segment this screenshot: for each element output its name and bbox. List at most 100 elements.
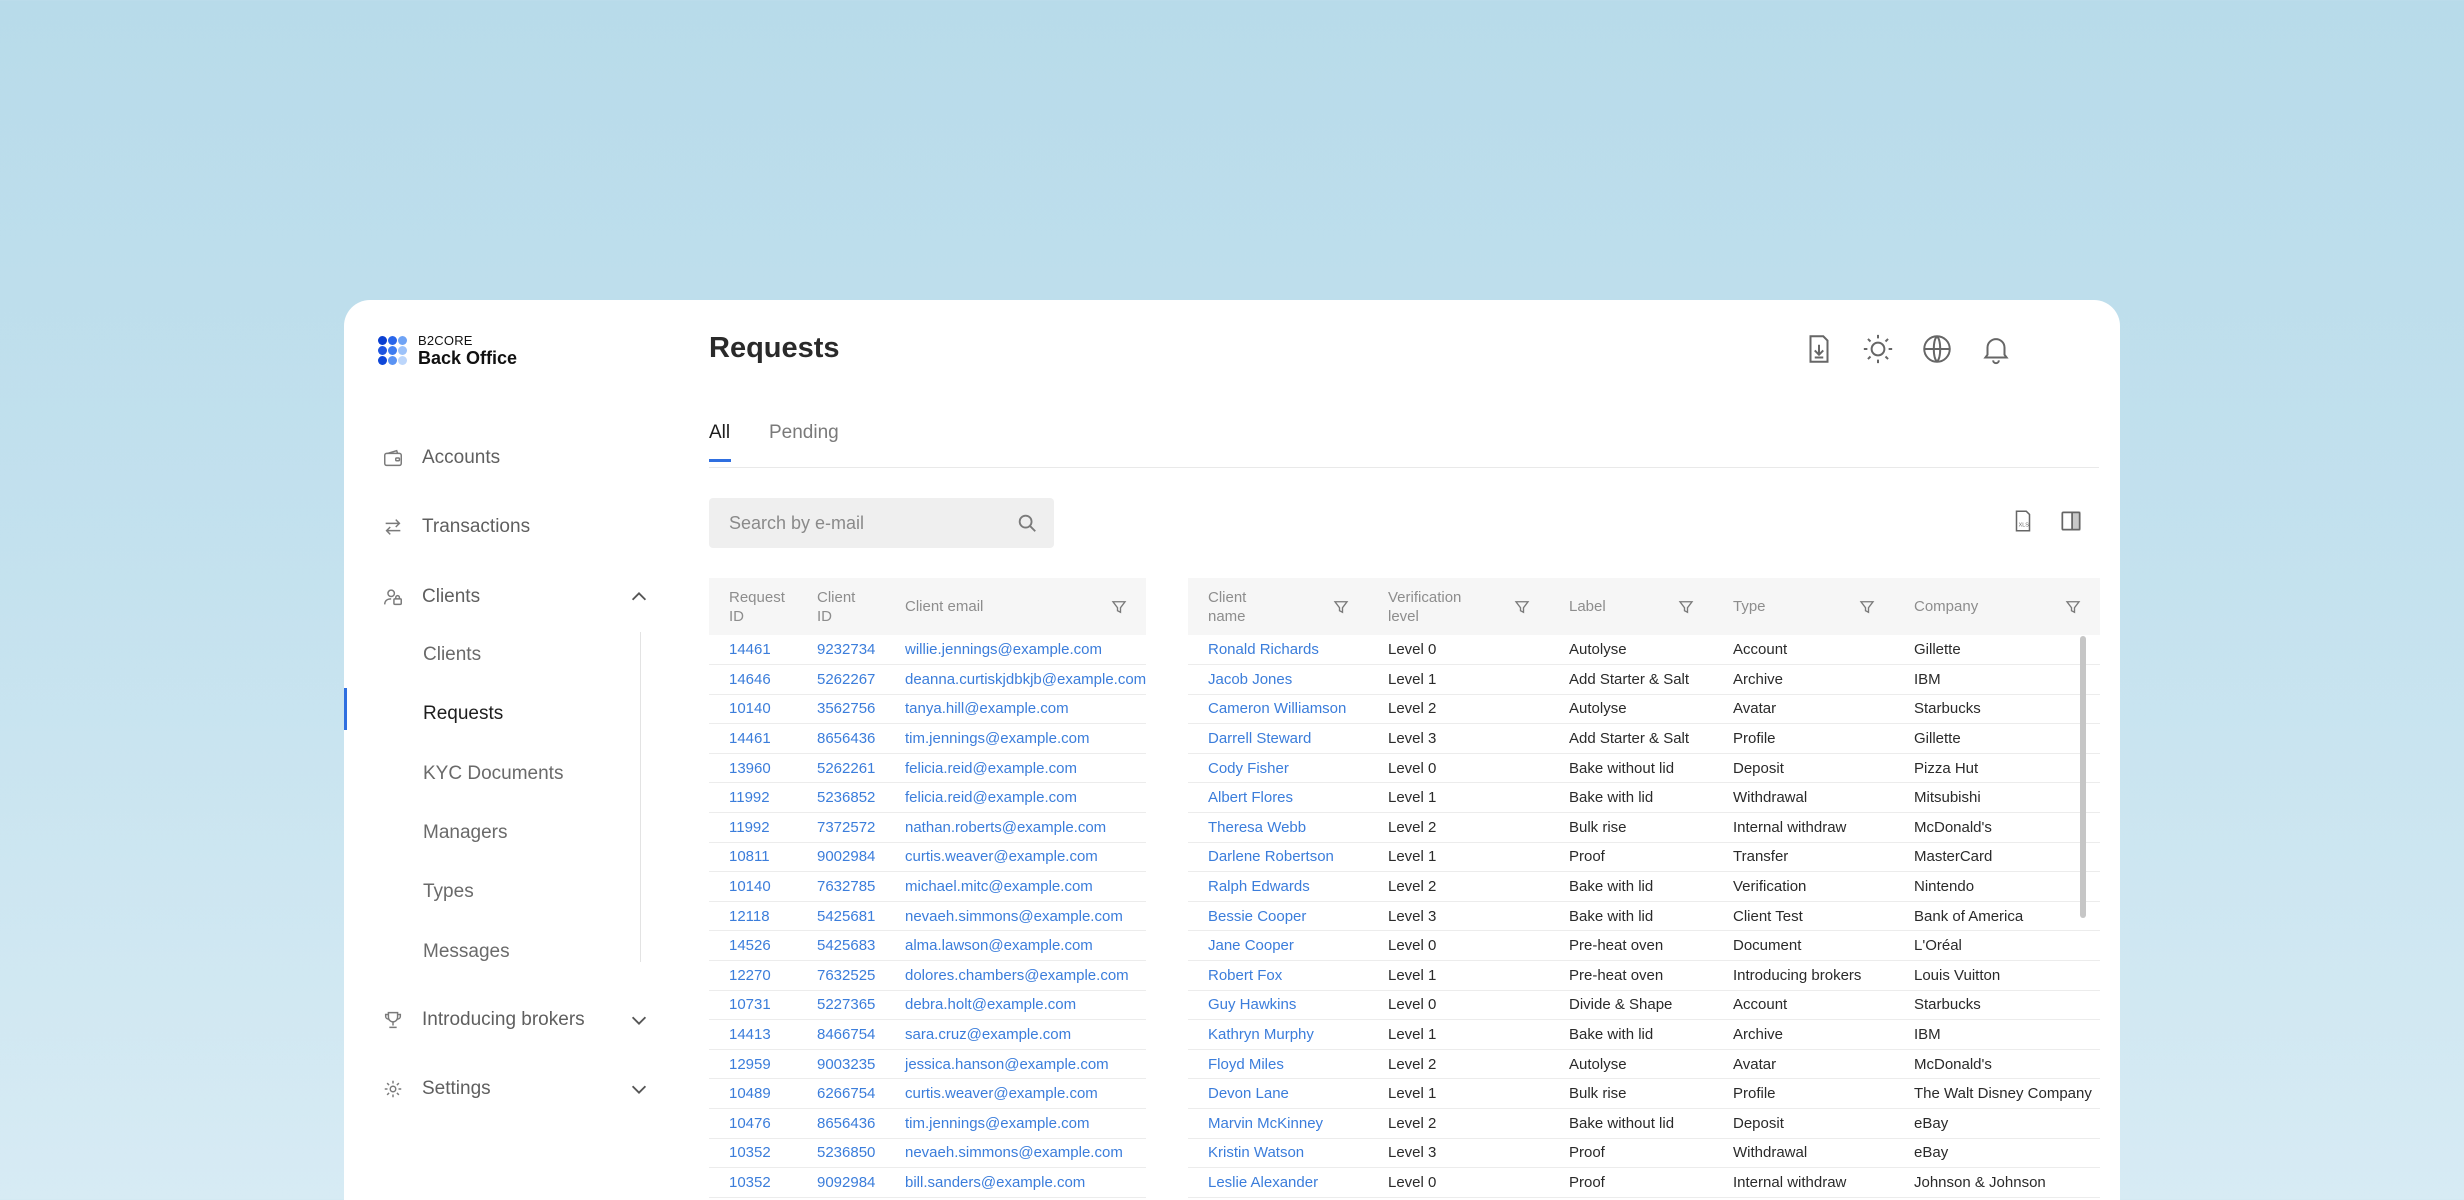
cell-client-email[interactable]: felicia.reid@example.com — [885, 782, 1147, 814]
table-row[interactable]: 10352 9092984 bill.sanders@example.com — [709, 1167, 1147, 1198]
table-scrollbar[interactable] — [2080, 636, 2086, 918]
chevron-up-icon[interactable] — [628, 586, 650, 608]
cell-client-id[interactable]: 5236850 — [797, 1138, 885, 1169]
column-header-company[interactable]: Company — [1894, 578, 2100, 635]
tab-pending[interactable]: Pending — [769, 422, 839, 444]
table-row[interactable]: Darlene Robertson Level 1 Proof Transfer Mas… — [1188, 842, 2100, 873]
table-row[interactable]: Albert Flores Level 1 Bake with lid Withdra… — [1188, 782, 2100, 814]
cell-client-email[interactable]: nathan.roberts@example.com — [885, 812, 1147, 843]
cell-client-email[interactable]: bill.sanders@example.com — [885, 1167, 1147, 1198]
cell-client-id[interactable]: 9232734 — [797, 635, 885, 666]
cell-request-id[interactable]: 12270 — [709, 960, 797, 991]
cell-client-id[interactable]: 8656436 — [797, 723, 885, 754]
table-row[interactable]: 10811 9002984 curtis.weaver@example.com — [709, 842, 1147, 873]
cell-client-name[interactable]: Robert Fox — [1188, 960, 1368, 991]
filter-icon[interactable] — [1858, 598, 1876, 616]
filter-icon[interactable] — [1332, 598, 1350, 616]
table-row[interactable]: 14646 5262267 deanna.curtiskjdbkjb@example… — [709, 664, 1147, 695]
cell-client-name[interactable]: Guy Hawkins — [1188, 990, 1368, 1021]
cell-request-id[interactable]: 10140 — [709, 871, 797, 902]
column-header-client-name[interactable]: Client name — [1188, 578, 1368, 635]
cell-request-id[interactable]: 10489 — [709, 1078, 797, 1109]
cell-client-name[interactable]: Darrell Steward — [1188, 723, 1368, 754]
table-row[interactable]: Guy Hawkins Level 0 Divide & Shape Account S… — [1188, 990, 2100, 1021]
cell-client-id[interactable]: 5227365 — [797, 990, 885, 1021]
cell-request-id[interactable]: 10352 — [709, 1167, 797, 1198]
sidebar-item-introducing-brokers[interactable]: Introducing brokers — [382, 1002, 650, 1038]
sidebar-subitem-kyc-documents[interactable]: KYC Documents — [423, 759, 563, 789]
cell-client-email[interactable]: sara.cruz@example.com — [885, 1019, 1147, 1050]
table-row[interactable]: 14413 8466754 sara.cruz@example.com — [709, 1019, 1147, 1050]
column-header-client-id[interactable]: Client ID — [797, 578, 885, 635]
cell-request-id[interactable]: 14413 — [709, 1019, 797, 1050]
cell-client-email[interactable]: debra.holt@example.com — [885, 990, 1147, 1021]
cell-request-id[interactable]: 12959 — [709, 1049, 797, 1080]
table-row[interactable]: 12270 7632525 dolores.chambers@example.com — [709, 960, 1147, 991]
cell-client-email[interactable]: nevaeh.simmons@example.com — [885, 901, 1147, 932]
column-header-verification-level[interactable]: Verification level — [1368, 578, 1549, 635]
cell-client-name[interactable]: Cody Fisher — [1188, 753, 1368, 784]
globe-icon[interactable] — [1920, 332, 1954, 366]
table-row[interactable]: 13960 5262261 felicia.reid@example.com — [709, 753, 1147, 784]
sun-icon[interactable] — [1861, 332, 1895, 366]
cell-client-name[interactable]: Cameron Williamson — [1188, 694, 1368, 725]
search-input[interactable] — [709, 498, 1009, 548]
cell-request-id[interactable]: 10140 — [709, 694, 797, 725]
tab-all[interactable]: All — [709, 422, 731, 462]
cell-request-id[interactable]: 10811 — [709, 842, 797, 873]
cell-client-name[interactable]: Albert Flores — [1188, 782, 1368, 814]
table-row[interactable]: 10352 5236850 nevaeh.simmons@example.com — [709, 1138, 1147, 1169]
cell-request-id[interactable]: 14461 — [709, 723, 797, 754]
cell-client-id[interactable]: 5425683 — [797, 930, 885, 962]
cell-request-id[interactable]: 13960 — [709, 753, 797, 784]
cell-client-email[interactable]: michael.mitc@example.com — [885, 871, 1147, 902]
table-row[interactable]: Jacob Jones Level 1 Add Starter & Salt Arch… — [1188, 664, 2100, 695]
column-header-type[interactable]: Type — [1713, 578, 1894, 635]
cell-client-id[interactable]: 8466754 — [797, 1019, 885, 1050]
cell-client-id[interactable]: 7632785 — [797, 871, 885, 902]
download-document-icon[interactable] — [1802, 332, 1836, 366]
cell-client-email[interactable]: deanna.curtiskjdbkjb@example.com — [885, 664, 1147, 695]
cell-client-name[interactable]: Ralph Edwards — [1188, 871, 1368, 902]
cell-client-email[interactable]: tanya.hill@example.com — [885, 694, 1147, 725]
cell-client-email[interactable]: dolores.chambers@example.com — [885, 960, 1147, 991]
cell-request-id[interactable]: 14646 — [709, 664, 797, 695]
table-row[interactable]: 14526 5425683 alma.lawson@example.com — [709, 930, 1147, 962]
cell-client-email[interactable]: felicia.reid@example.com — [885, 753, 1147, 784]
cell-client-id[interactable]: 5262267 — [797, 664, 885, 695]
brand-logo[interactable]: B2CORE Back Office — [378, 334, 517, 367]
table-row[interactable]: 11992 5236852 felicia.reid@example.com — [709, 782, 1147, 814]
bell-icon[interactable] — [1979, 332, 2013, 366]
table-row[interactable]: Cameron Williamson Level 2 Autolyse Avatar S… — [1188, 694, 2100, 725]
filter-icon[interactable] — [2064, 598, 2082, 616]
cell-client-id[interactable]: 5236852 — [797, 782, 885, 814]
search-icon[interactable] — [1016, 512, 1038, 534]
cell-client-email[interactable]: curtis.weaver@example.com — [885, 1078, 1147, 1109]
table-row[interactable]: Kathryn Murphy Level 1 Bake with lid Archiv… — [1188, 1019, 2100, 1050]
cell-client-email[interactable]: tim.jennings@example.com — [885, 723, 1147, 754]
sidebar-item-transactions[interactable]: Transactions — [382, 509, 650, 545]
filter-icon[interactable] — [1110, 598, 1128, 616]
table-row[interactable]: 12118 5425681 nevaeh.simmons@example.com — [709, 901, 1147, 932]
table-row[interactable]: 10489 6266754 curtis.weaver@example.com — [709, 1078, 1147, 1109]
table-row[interactable]: Floyd Miles Level 2 Autolyse Avatar McDonald… — [1188, 1049, 2100, 1080]
table-row[interactable]: Robert Fox Level 1 Pre-heat oven Introducin… — [1188, 960, 2100, 991]
table-row[interactable]: 10140 7632785 michael.mitc@example.com — [709, 871, 1147, 902]
column-header-request-id[interactable]: Request ID — [709, 578, 797, 635]
table-row[interactable]: 12959 9003235 jessica.hanson@example.com — [709, 1049, 1147, 1080]
cell-client-email[interactable]: alma.lawson@example.com — [885, 930, 1147, 962]
cell-request-id[interactable]: 14461 — [709, 635, 797, 666]
sidebar-subitem-types[interactable]: Types — [423, 877, 474, 907]
cell-request-id[interactable]: 12118 — [709, 901, 797, 932]
cell-request-id[interactable]: 10476 — [709, 1108, 797, 1139]
columns-icon[interactable] — [2058, 508, 2084, 534]
sidebar-subitem-requests[interactable]: Requests — [423, 699, 503, 729]
cell-client-name[interactable]: Leslie Alexander — [1188, 1167, 1368, 1198]
column-header-label[interactable]: Label — [1549, 578, 1713, 635]
cell-client-email[interactable]: curtis.weaver@example.com — [885, 842, 1147, 873]
cell-client-name[interactable]: Theresa Webb — [1188, 812, 1368, 843]
xls-export-icon[interactable]: XLS — [2010, 508, 2036, 534]
table-row[interactable]: Bessie Cooper Level 3 Bake with lid Client … — [1188, 901, 2100, 932]
cell-request-id[interactable]: 14526 — [709, 930, 797, 962]
cell-client-email[interactable]: nevaeh.simmons@example.com — [885, 1138, 1147, 1169]
